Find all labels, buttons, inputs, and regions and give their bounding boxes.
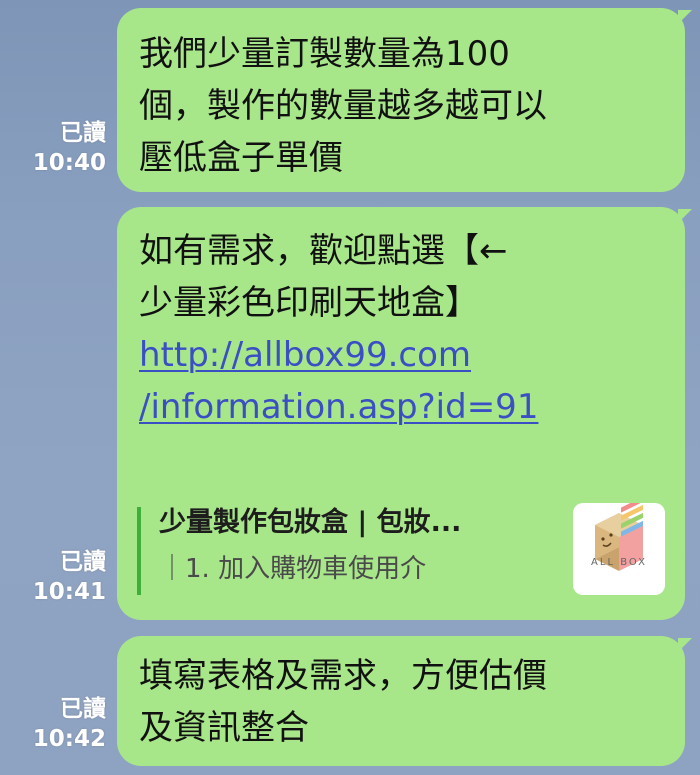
message-bubble[interactable]: 如有需求，歡迎點選【← 少量彩色印刷天地盒】 http://allbox99.c…: [117, 207, 685, 620]
message-meta: 已讀 10:41: [6, 547, 106, 607]
preview-accent-bar: [137, 507, 141, 595]
link-line-1[interactable]: http://allbox99.com: [139, 335, 471, 375]
link-preview-card[interactable]: 少量製作包妝盒 | 包妝... ｜1. 加入購物車使用介 ALL BOX: [137, 503, 665, 599]
preview-thumbnail: ALL BOX: [573, 503, 665, 595]
read-receipt: 已讀: [60, 549, 106, 575]
message-bubble[interactable]: 填寫表格及需求，方便估價 及資訊整合: [117, 636, 685, 766]
message-link[interactable]: http://allbox99.com /information.asp?id=…: [139, 329, 679, 433]
bubble-tail: [678, 10, 692, 24]
bubble-tail: [678, 638, 692, 652]
message-meta: 已讀 10:40: [6, 118, 106, 178]
read-receipt: 已讀: [60, 696, 106, 722]
thumbnail-caption: ALL BOX: [591, 557, 647, 568]
message-text: 如有需求，歡迎點選【← 少量彩色印刷天地盒】: [139, 231, 508, 323]
read-receipt: 已讀: [60, 120, 106, 146]
preview-title: 少量製作包妝盒 | 包妝...: [159, 507, 462, 538]
message-meta: 已讀 10:42: [6, 694, 106, 754]
message-text: 填寫表格及需求，方便估價 及資訊整合: [139, 656, 547, 748]
timestamp: 10:42: [32, 726, 106, 752]
timestamp: 10:41: [32, 579, 106, 605]
bubble-tail: [678, 209, 692, 223]
message-text: 我們少量訂製數量為100 個，製作的數量越多越可以 壓低盒子單價: [139, 34, 547, 178]
message-bubble[interactable]: 我們少量訂製數量為100 個，製作的數量越多越可以 壓低盒子單價: [117, 8, 685, 192]
timestamp: 10:40: [32, 150, 106, 176]
link-line-2[interactable]: /information.asp?id=91: [139, 387, 538, 427]
preview-description: ｜1. 加入購物車使用介: [159, 554, 427, 584]
